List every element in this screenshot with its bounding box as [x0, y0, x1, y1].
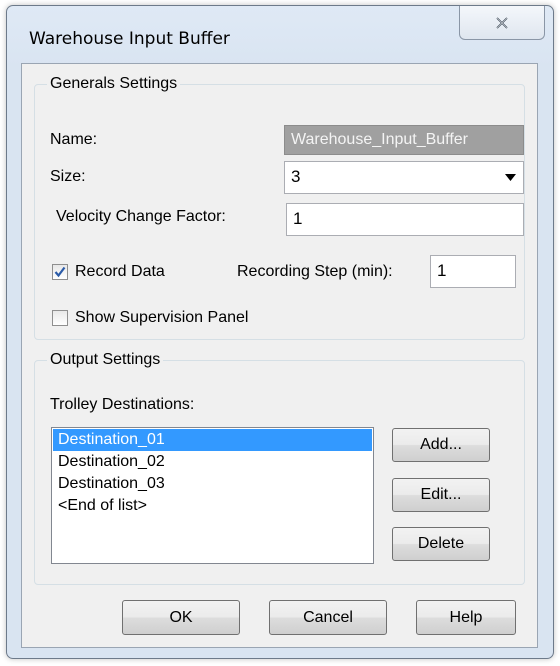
output-settings-legend: Output Settings [47, 350, 164, 370]
list-item[interactable]: Destination_03 [53, 473, 372, 495]
size-dropdown[interactable]: 3 [284, 161, 524, 194]
checkmark-icon [54, 266, 66, 278]
dialog-client-area: Generals Settings Name: Warehouse_Input_… [21, 63, 538, 648]
cancel-button[interactable]: Cancel [269, 600, 387, 635]
size-label: Size: [50, 168, 86, 185]
record-data-checkbox[interactable] [52, 264, 68, 280]
help-button[interactable]: Help [416, 600, 516, 635]
list-item[interactable]: <End of list> [53, 495, 372, 517]
recording-step-input[interactable]: 1 [430, 255, 516, 288]
recording-step-label: Recording Step (min): [237, 263, 393, 280]
destinations-listbox[interactable]: Destination_01 Destination_02 Destinatio… [51, 427, 374, 564]
record-data-label[interactable]: Record Data [75, 262, 165, 282]
add-button[interactable]: Add... [392, 428, 490, 462]
title-bar[interactable]: Warehouse Input Buffer [7, 6, 553, 64]
name-field[interactable]: Warehouse_Input_Buffer [284, 125, 524, 155]
velocity-input[interactable]: 1 [286, 203, 524, 236]
velocity-label: Velocity Change Factor: [56, 208, 226, 225]
show-supervision-checkbox[interactable] [52, 310, 68, 326]
close-button[interactable] [459, 6, 545, 40]
delete-button[interactable]: Delete [392, 527, 490, 561]
show-supervision-label[interactable]: Show Supervision Panel [75, 308, 248, 328]
trolley-destinations-label: Trolley Destinations: [50, 396, 195, 413]
close-icon [496, 16, 508, 29]
general-settings-legend: Generals Settings [47, 74, 181, 94]
chevron-down-icon [505, 174, 516, 181]
window-title: Warehouse Input Buffer [29, 29, 230, 49]
size-value: 3 [291, 167, 301, 186]
dialog-window: Warehouse Input Buffer Generals Settings… [6, 5, 554, 659]
general-settings-group: Generals Settings Name: Warehouse_Input_… [34, 74, 525, 340]
list-item[interactable]: Destination_02 [53, 451, 372, 473]
edit-button[interactable]: Edit... [392, 478, 490, 512]
output-settings-group: Output Settings Trolley Destinations: De… [34, 350, 525, 585]
list-item[interactable]: Destination_01 [53, 429, 372, 451]
name-label: Name: [50, 131, 98, 148]
ok-button[interactable]: OK [122, 600, 240, 635]
